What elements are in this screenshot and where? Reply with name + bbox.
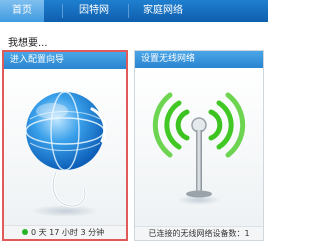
online-status-icon [22,229,28,235]
uptime-bar: 0 天 17 小时 3 分钟 [4,225,126,239]
top-tab-bar: 首页 因特网 家庭网络 [0,0,268,22]
tab-divider [128,4,129,18]
wireless-setup-card[interactable]: 设置无线网络 已连接的无线网络设备数：1 [134,50,264,241]
wifi-antenna-icon [152,92,246,205]
wireless-devices-label: 已连接的无线网络设备数： [148,229,245,238]
tab-home-network[interactable]: 家庭网络 [130,0,196,22]
setup-wizard-body [4,69,126,225]
tab-home[interactable]: 首页 [0,0,44,22]
wireless-setup-title: 设置无线网络 [135,51,263,68]
wireless-devices-count: 1 [244,229,250,238]
wireless-devices-bar: 已连接的无线网络设备数：1 [135,226,263,240]
intro-text: 我想要... [8,38,48,49]
tab-divider [62,4,63,18]
setup-wizard-title: 进入配置向导 [4,52,126,69]
setup-wizard-card[interactable]: 进入配置向导 0 天 17 小时 3 分钟 [2,50,128,241]
tab-internet[interactable]: 因特网 [64,0,124,22]
wireless-setup-body [135,68,263,226]
globe-icon [25,91,107,217]
uptime-text: 0 天 17 小时 3 分钟 [31,228,105,237]
